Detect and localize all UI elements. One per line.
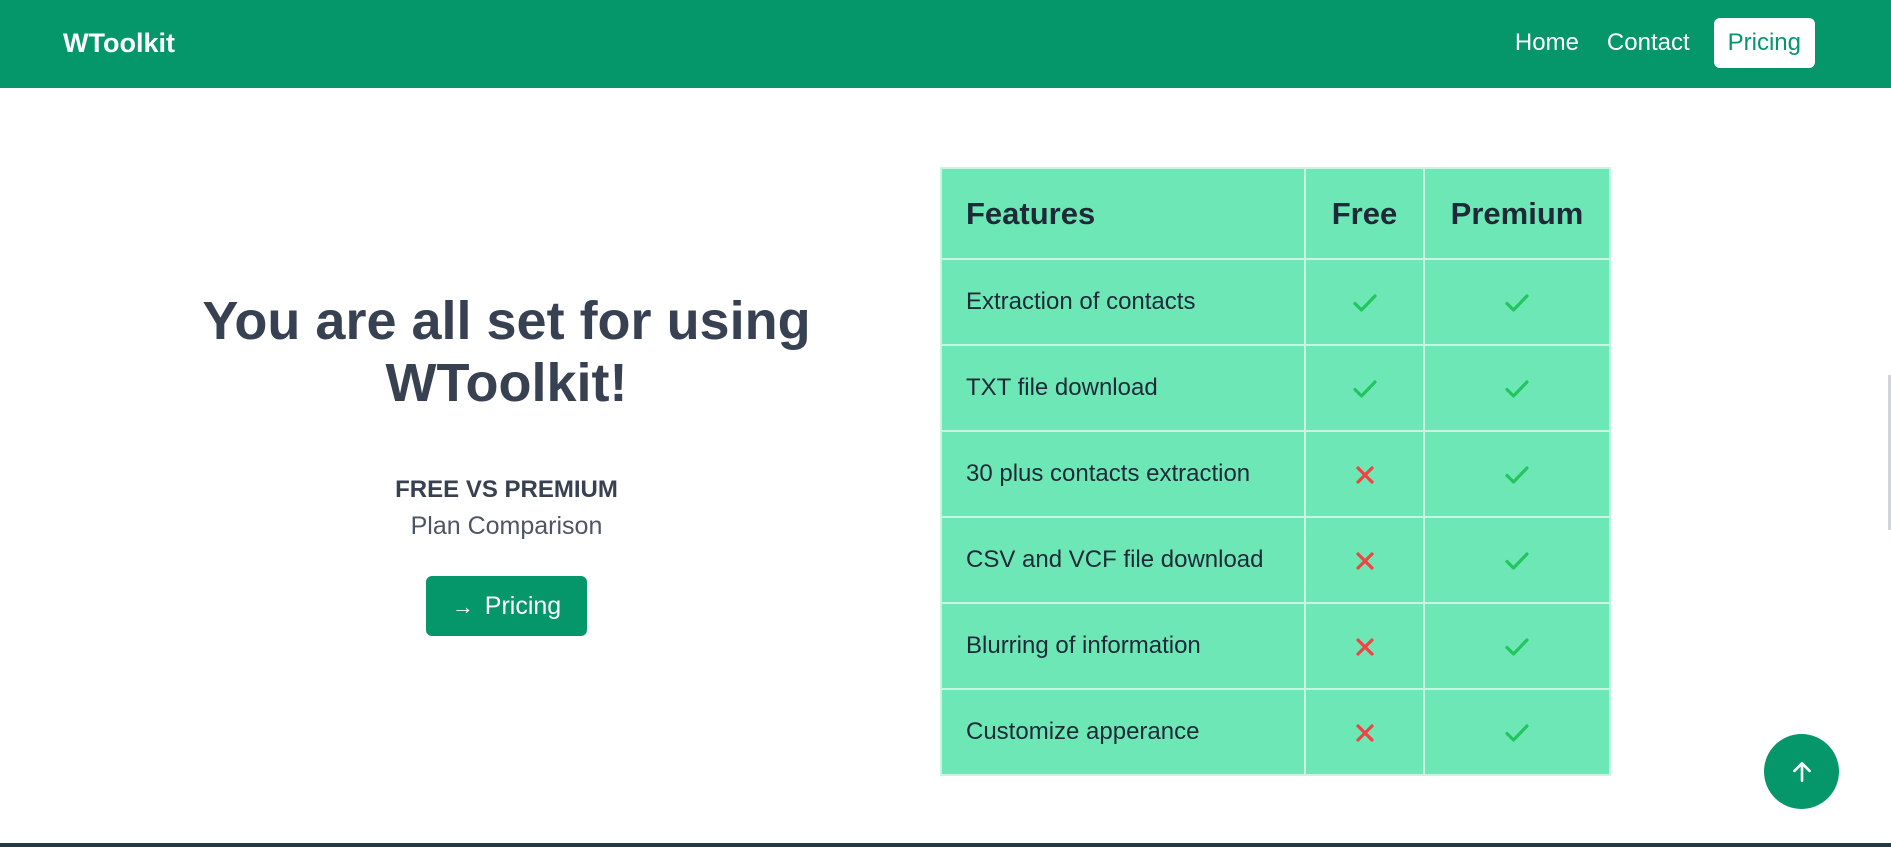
free-availability <box>1304 516 1425 604</box>
premium-availability <box>1423 688 1611 776</box>
premium-availability <box>1423 602 1611 690</box>
free-availability <box>1304 430 1425 518</box>
cross-icon <box>1354 632 1376 659</box>
hero-title: You are all set for using WToolkit! <box>160 290 853 414</box>
footer-edge <box>0 843 1891 847</box>
header-features: Features <box>940 167 1306 260</box>
cross-icon <box>1354 460 1376 487</box>
premium-availability <box>1423 430 1611 518</box>
header-premium: Premium <box>1423 167 1611 260</box>
plan-subheading: Plan Comparison <box>410 512 603 540</box>
pricing-button-label: Pricing <box>484 592 562 620</box>
header-free: Free <box>1304 167 1425 260</box>
cross-icon <box>1354 718 1376 745</box>
premium-availability <box>1423 516 1611 604</box>
feature-name: 30 plus contacts extraction <box>940 430 1306 518</box>
table-row: TXT file download <box>940 344 1611 432</box>
feature-name: Blurring of information <box>940 602 1306 690</box>
arrow-right-icon: → <box>451 594 474 619</box>
table-row: Customize apperance <box>940 688 1611 776</box>
table-row: Extraction of contacts <box>940 258 1611 346</box>
cross-icon <box>1354 546 1376 573</box>
brand-logo-link[interactable]: WToolkit <box>63 0 175 88</box>
check-icon <box>1504 632 1530 659</box>
plan-heading: FREE VS PREMIUM <box>395 476 618 503</box>
premium-availability <box>1423 258 1611 346</box>
check-icon <box>1352 374 1378 401</box>
table-row: 30 plus contacts extraction <box>940 430 1611 518</box>
check-icon <box>1504 460 1530 487</box>
free-availability <box>1304 344 1425 432</box>
feature-name: TXT file download <box>940 344 1306 432</box>
hero-title-line1: You are all set for using <box>202 291 811 351</box>
nav-pricing-link[interactable]: Pricing <box>1713 18 1815 68</box>
nav-contact-link[interactable]: Contact <box>1593 18 1704 68</box>
premium-availability <box>1423 344 1611 432</box>
nav-home-link[interactable]: Home <box>1501 18 1593 68</box>
hero-title-line2: WToolkit! <box>385 353 628 413</box>
free-availability <box>1304 602 1425 690</box>
check-icon <box>1504 546 1530 573</box>
feature-name: CSV and VCF file download <box>940 516 1306 604</box>
scroll-to-top-button[interactable] <box>1764 734 1839 809</box>
check-icon <box>1504 718 1530 745</box>
check-icon <box>1352 288 1378 315</box>
free-availability <box>1304 258 1425 346</box>
table-body: Extraction of contacts TXT file download 3… <box>940 258 1611 776</box>
table-header-row: Features Free Premium <box>940 167 1611 260</box>
pricing-button[interactable]: → Pricing <box>425 576 588 636</box>
table-row: Blurring of information <box>940 602 1611 690</box>
table-row: CSV and VCF file download <box>940 516 1611 604</box>
hero-section: You are all set for using WToolkit! FREE… <box>160 290 853 636</box>
top-navbar: WToolkit Home Contact Pricing <box>0 0 1891 88</box>
free-availability <box>1304 688 1425 776</box>
check-icon <box>1504 288 1530 315</box>
check-icon <box>1504 374 1530 401</box>
nav-links: Home Contact Pricing <box>1501 18 1815 68</box>
plan-comparison-table: Features Free Premium Extraction of cont… <box>940 167 1611 776</box>
feature-name: Customize apperance <box>940 688 1306 776</box>
feature-name: Extraction of contacts <box>940 258 1306 346</box>
arrow-up-icon <box>1792 761 1811 782</box>
